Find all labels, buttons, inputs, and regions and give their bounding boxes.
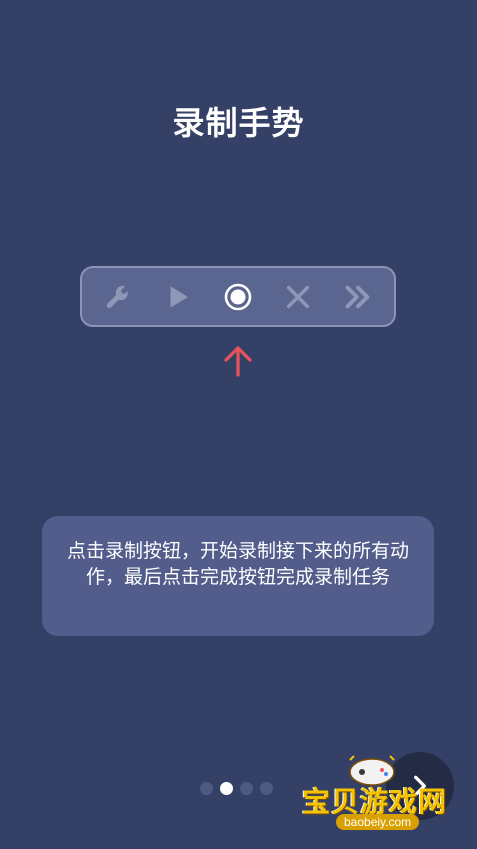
page-dot <box>260 782 273 795</box>
watermark-url: baobeiy.com <box>336 814 420 830</box>
play-icon <box>158 277 198 317</box>
description-card: 点击录制按钮，开始录制接下来的所有动作，最后点击完成按钮完成录制任务 <box>42 516 434 636</box>
arrow-up-icon <box>223 344 253 378</box>
onboarding-screen: 录制手势 点击录制按钮，开始录制接下来的所有动作，最后点击完成按钮完成录制任务 … <box>0 0 477 849</box>
page-dot <box>240 782 253 795</box>
wrench-icon <box>98 277 138 317</box>
record-icon <box>218 277 258 317</box>
description-text: 点击录制按钮，开始录制接下来的所有动作，最后点击完成按钮完成录制任务 <box>66 540 409 588</box>
page-dot-active <box>220 782 233 795</box>
watermark-logo: 宝贝游戏网 baobeiy.com <box>298 752 448 836</box>
page-title: 录制手势 <box>172 104 305 142</box>
double-chevron-right-icon <box>338 277 378 317</box>
floating-toolbar-demo <box>80 266 396 327</box>
page-dot <box>200 782 213 795</box>
page-indicator <box>200 782 273 795</box>
close-icon <box>278 277 318 317</box>
